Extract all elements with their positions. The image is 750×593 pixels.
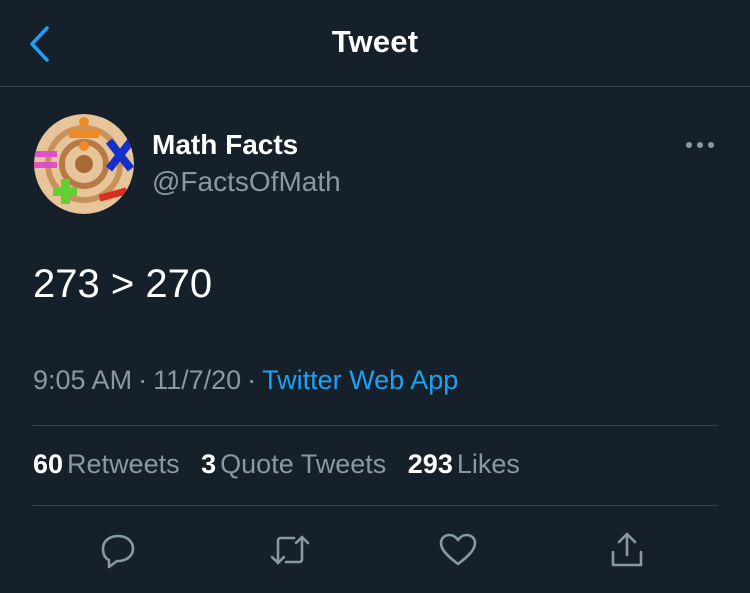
divider (33, 425, 717, 426)
retweets-stat[interactable]: 60 Retweets (33, 449, 180, 480)
like-icon (439, 533, 477, 566)
page-title: Tweet (331, 24, 419, 59)
quote-tweets-stat[interactable]: 3 Quote Tweets (201, 449, 386, 480)
tweet-text: 273 > 270 (33, 262, 213, 306)
tweet-source-link[interactable]: Twitter Web App (262, 365, 458, 395)
quote-tweets-label: Quote Tweets (220, 449, 387, 479)
retweets-count: 60 (33, 449, 64, 479)
like-button[interactable] (434, 526, 482, 574)
author-handle[interactable]: @FactsOfMath (152, 166, 341, 198)
reply-button[interactable] (94, 526, 142, 574)
meta-separator: · (138, 365, 148, 395)
divider (33, 505, 717, 506)
retweets-label: Retweets (67, 449, 180, 479)
reply-icon (101, 534, 135, 569)
math-symbols-avatar (34, 114, 134, 214)
more-dots-icon (686, 142, 714, 148)
likes-stat[interactable]: 293 Likes (408, 449, 520, 480)
more-options-button[interactable] (680, 133, 720, 157)
meta-separator: · (247, 365, 257, 395)
avatar[interactable] (33, 113, 135, 215)
tweet-date: 11/7/20 (153, 365, 242, 395)
share-icon (611, 532, 643, 567)
share-button[interactable] (603, 526, 651, 574)
author-name[interactable]: Math Facts (152, 129, 298, 161)
action-bar (0, 526, 750, 574)
tweet-stats: 60 Retweets 3 Quote Tweets 293 Likes (33, 449, 534, 480)
quote-tweets-count: 3 (201, 449, 217, 479)
tweet-meta: 9:05 AM · 11/7/20 · Twitter Web App (33, 365, 458, 396)
retweet-icon (270, 535, 310, 565)
tweet-time: 9:05 AM (33, 365, 133, 395)
top-bar: Tweet (0, 0, 750, 87)
retweet-button[interactable] (266, 526, 314, 574)
likes-count: 293 (407, 449, 453, 479)
likes-label: Likes (456, 449, 520, 479)
